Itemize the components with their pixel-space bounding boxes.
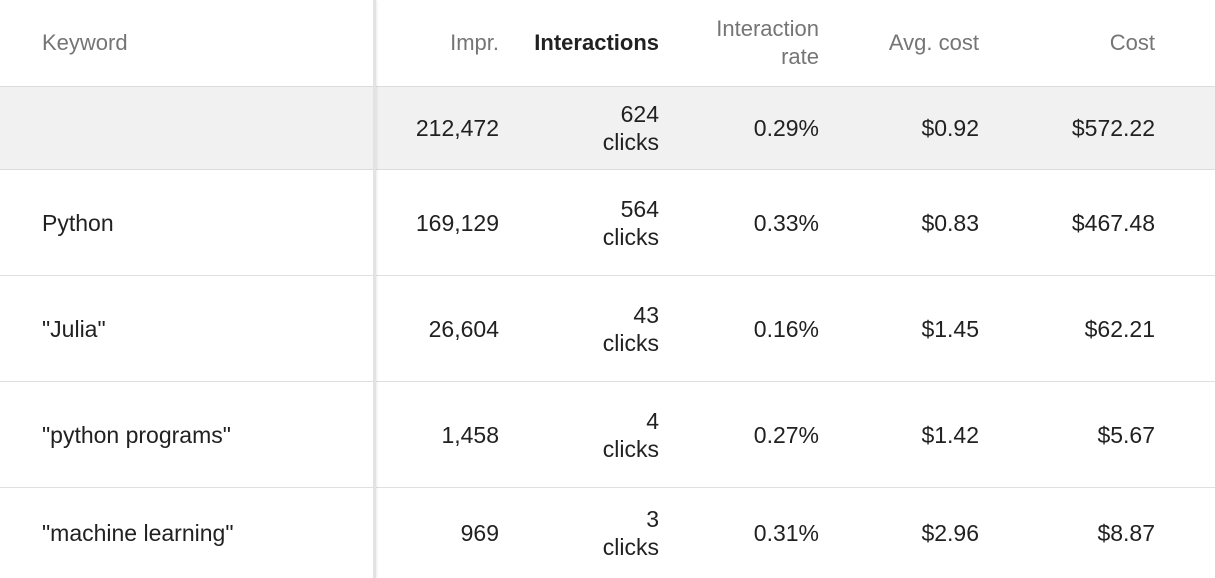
keyword-cell[interactable]: "Julia" — [42, 276, 362, 381]
cost-cell: $62.21 — [990, 276, 1155, 381]
keyword-text: "python programs" — [42, 421, 231, 448]
table-row: Python 169,129 564 clicks 0.33% $0.83 $4… — [0, 170, 1215, 276]
keyword-text: Python — [42, 209, 114, 236]
total-impr-cell: 212,472 — [380, 87, 499, 169]
column-header-interactions-label: Interactions — [534, 30, 659, 55]
cost-cell: $5.67 — [990, 382, 1155, 487]
cost-value: $8.87 — [1097, 520, 1155, 546]
cost-value: $467.48 — [1071, 209, 1155, 236]
impr-cell: 1,458 — [380, 382, 499, 487]
column-header-keyword[interactable]: Keyword — [42, 0, 362, 86]
total-avg-cost: $0.92 — [921, 115, 979, 141]
total-impr: 212,472 — [415, 115, 499, 141]
keyword-cell[interactable]: Python — [42, 170, 362, 275]
interaction-rate-cell: 0.27% — [670, 382, 819, 487]
column-header-avg-cost[interactable]: Avg. cost — [830, 0, 979, 86]
interactions-unit: clicks — [602, 534, 659, 560]
impr-cell: 969 — [380, 488, 499, 578]
interactions-count: 3 — [646, 506, 659, 532]
avg-cost-value: $0.83 — [921, 209, 979, 236]
cost-value: $5.67 — [1097, 421, 1155, 448]
avg-cost-value: $1.45 — [921, 315, 979, 342]
interactions-cell: 4 clicks — [510, 382, 659, 487]
interactions-unit: clicks — [602, 435, 659, 462]
interaction-rate-cell: 0.16% — [670, 276, 819, 381]
interactions-cell: 564 clicks — [510, 170, 659, 275]
interactions-count: 564 — [620, 195, 659, 222]
keyword-performance-table: Keyword Impr. Interactions Interaction r… — [0, 0, 1215, 578]
total-interaction-rate: 0.29% — [753, 115, 819, 141]
interaction-rate-cell: 0.31% — [670, 488, 819, 578]
column-header-cost[interactable]: Cost — [990, 0, 1155, 86]
interactions-count: 43 — [633, 301, 659, 328]
total-interaction-rate-cell: 0.29% — [670, 87, 819, 169]
total-interactions-count: 624 — [620, 101, 659, 127]
interaction-rate-cell: 0.33% — [670, 170, 819, 275]
total-avg-cost-cell: $0.92 — [830, 87, 979, 169]
interactions-cell: 3 clicks — [510, 488, 659, 578]
keyword-cell[interactable]: "machine learning" — [42, 488, 362, 578]
impr-cell: 26,604 — [380, 276, 499, 381]
column-header-interaction-rate-line2: rate — [781, 44, 819, 69]
avg-cost-cell: $1.45 — [830, 276, 979, 381]
column-header-interaction-rate[interactable]: Interaction rate — [670, 0, 819, 86]
total-row: 212,472 624 clicks 0.29% $0.92 $572.22 — [0, 87, 1215, 170]
interaction-rate-value: 0.16% — [753, 315, 819, 342]
interactions-cell: 43 clicks — [510, 276, 659, 381]
keyword-text: "Julia" — [42, 315, 106, 342]
column-header-avg-cost-label: Avg. cost — [888, 30, 979, 55]
interactions-unit: clicks — [602, 223, 659, 250]
avg-cost-value: $1.42 — [921, 421, 979, 448]
impr-cell: 169,129 — [380, 170, 499, 275]
column-header-impr[interactable]: Impr. — [380, 0, 499, 86]
interaction-rate-value: 0.31% — [753, 520, 819, 546]
cost-cell: $467.48 — [990, 170, 1155, 275]
impr-value: 1,458 — [441, 421, 499, 448]
impr-value: 969 — [460, 520, 499, 546]
interaction-rate-value: 0.27% — [753, 421, 819, 448]
impr-value: 169,129 — [415, 209, 499, 236]
column-header-impr-label: Impr. — [450, 30, 499, 55]
table-header-row: Keyword Impr. Interactions Interaction r… — [0, 0, 1215, 87]
total-interactions-cell: 624 clicks — [510, 87, 659, 169]
cost-value: $62.21 — [1084, 315, 1155, 342]
cost-cell: $8.87 — [990, 488, 1155, 578]
column-header-keyword-label: Keyword — [42, 30, 128, 55]
keyword-cell[interactable]: "python programs" — [42, 382, 362, 487]
keyword-text: "machine learning" — [42, 520, 234, 546]
table-row: "machine learning" 969 3 clicks 0.31% $2… — [0, 488, 1215, 578]
column-header-interactions[interactable]: Interactions — [510, 0, 659, 86]
frozen-column-divider — [373, 0, 376, 578]
avg-cost-cell: $1.42 — [830, 382, 979, 487]
interactions-unit: clicks — [602, 329, 659, 356]
table-row: "Julia" 26,604 43 clicks 0.16% $1.45 $62… — [0, 276, 1215, 382]
column-header-cost-label: Cost — [1109, 30, 1155, 55]
interactions-count: 4 — [646, 407, 659, 434]
interaction-rate-value: 0.33% — [753, 209, 819, 236]
impr-value: 26,604 — [428, 315, 499, 342]
total-interactions-unit: clicks — [602, 129, 659, 155]
avg-cost-cell: $0.83 — [830, 170, 979, 275]
table-row: "python programs" 1,458 4 clicks 0.27% $… — [0, 382, 1215, 488]
avg-cost-value: $2.96 — [921, 520, 979, 546]
total-cost: $572.22 — [1071, 115, 1155, 141]
total-keyword-cell — [42, 87, 362, 169]
avg-cost-cell: $2.96 — [830, 488, 979, 578]
total-cost-cell: $572.22 — [990, 87, 1155, 169]
column-header-interaction-rate-line1: Interaction — [716, 16, 819, 41]
